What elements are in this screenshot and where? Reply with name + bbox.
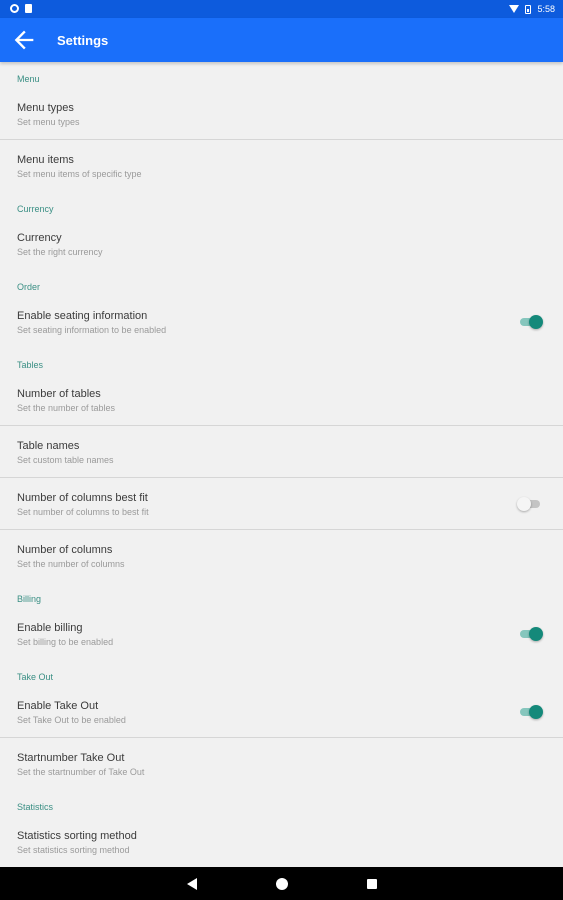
pref-title: Enable Take Out [17, 700, 99, 712]
switch-thumb [517, 497, 531, 511]
pref-subtitle: Set seating information to be enabled [17, 325, 167, 335]
section-header-statistics: Statistics [17, 802, 54, 812]
status-bar: 5:58 [0, 0, 563, 18]
section-header-currency: Currency [17, 204, 54, 214]
pref-title: Number of tables [17, 388, 101, 400]
section-header-menu: Menu [17, 74, 40, 84]
pref-table-names[interactable]: Table names Set custom table names [0, 426, 563, 478]
pref-title: Number of columns best fit [17, 492, 148, 504]
sd-card-icon [25, 4, 32, 13]
pref-title: Menu items [17, 154, 74, 166]
switch-thumb [529, 315, 543, 329]
pref-title: Table names [17, 440, 80, 452]
pref-enable-seating[interactable]: Enable seating information Set seating i… [0, 296, 563, 348]
pref-enable-billing[interactable]: Enable billing Set billing to be enabled [0, 608, 563, 660]
pref-currency[interactable]: Currency Set the right currency [0, 218, 563, 270]
billing-toggle[interactable] [519, 627, 543, 641]
status-time: 5:58 [537, 4, 555, 14]
pref-subtitle: Set custom table names [17, 455, 114, 465]
app-bar: Settings [0, 18, 563, 62]
pref-title: Number of columns [17, 544, 113, 556]
pref-title: Currency [17, 232, 62, 244]
pref-subtitle: Set Take Out to be enabled [17, 715, 126, 725]
pref-number-of-tables[interactable]: Number of tables Set the number of table… [0, 374, 563, 426]
nav-home-icon[interactable] [276, 878, 288, 890]
section-header-order: Order [17, 282, 41, 292]
pref-subtitle: Set the startnumber of Take Out [17, 767, 145, 777]
pref-subtitle: Set statistics sorting method [17, 845, 130, 855]
page-title: Settings [57, 33, 109, 48]
notification-icon [10, 4, 19, 13]
columns-best-fit-toggle[interactable] [517, 497, 543, 511]
system-nav-bar [0, 867, 563, 900]
seating-toggle[interactable] [519, 315, 543, 329]
pref-title: Menu types [17, 102, 74, 114]
pref-subtitle: Set the number of tables [17, 403, 116, 413]
take-out-toggle[interactable] [519, 705, 543, 719]
pref-subtitle: Set menu items of specific type [17, 169, 142, 179]
pref-enable-take-out[interactable]: Enable Take Out Set Take Out to be enabl… [0, 686, 563, 738]
pref-startnumber-take-out[interactable]: Startnumber Take Out Set the startnumber… [0, 738, 563, 790]
pref-subtitle: Set menu types [17, 117, 80, 127]
pref-menu-items[interactable]: Menu items Set menu items of specific ty… [0, 140, 563, 192]
back-button[interactable] [10, 26, 38, 54]
section-header-tables: Tables [17, 360, 44, 370]
nav-recents-icon[interactable] [367, 879, 377, 889]
battery-icon [525, 4, 532, 14]
section-header-take-out: Take Out [17, 672, 54, 682]
pref-columns-best-fit[interactable]: Number of columns best fit Set number of… [0, 478, 563, 530]
pref-subtitle: Set the right currency [17, 247, 103, 257]
arrow-back-icon [14, 30, 34, 50]
pref-title: Statistics sorting method [17, 830, 137, 842]
pref-subtitle: Set billing to be enabled [17, 637, 114, 647]
settings-list: Menu Menu types Set menu types Menu item… [0, 62, 563, 867]
pref-title: Startnumber Take Out [17, 752, 125, 764]
nav-back-icon[interactable] [187, 878, 197, 890]
wifi-icon [509, 5, 520, 13]
pref-menu-types[interactable]: Menu types Set menu types [0, 88, 563, 140]
switch-thumb [529, 705, 543, 719]
switch-thumb [529, 627, 543, 641]
pref-subtitle: Set the number of columns [17, 559, 125, 569]
pref-subtitle: Set number of columns to best fit [17, 507, 149, 517]
pref-statistics-sorting[interactable]: Statistics sorting method Set statistics… [0, 816, 563, 867]
pref-title: Enable seating information [17, 310, 148, 322]
pref-title: Enable billing [17, 622, 83, 634]
pref-number-of-columns[interactable]: Number of columns Set the number of colu… [0, 530, 563, 582]
section-header-billing: Billing [17, 594, 42, 604]
